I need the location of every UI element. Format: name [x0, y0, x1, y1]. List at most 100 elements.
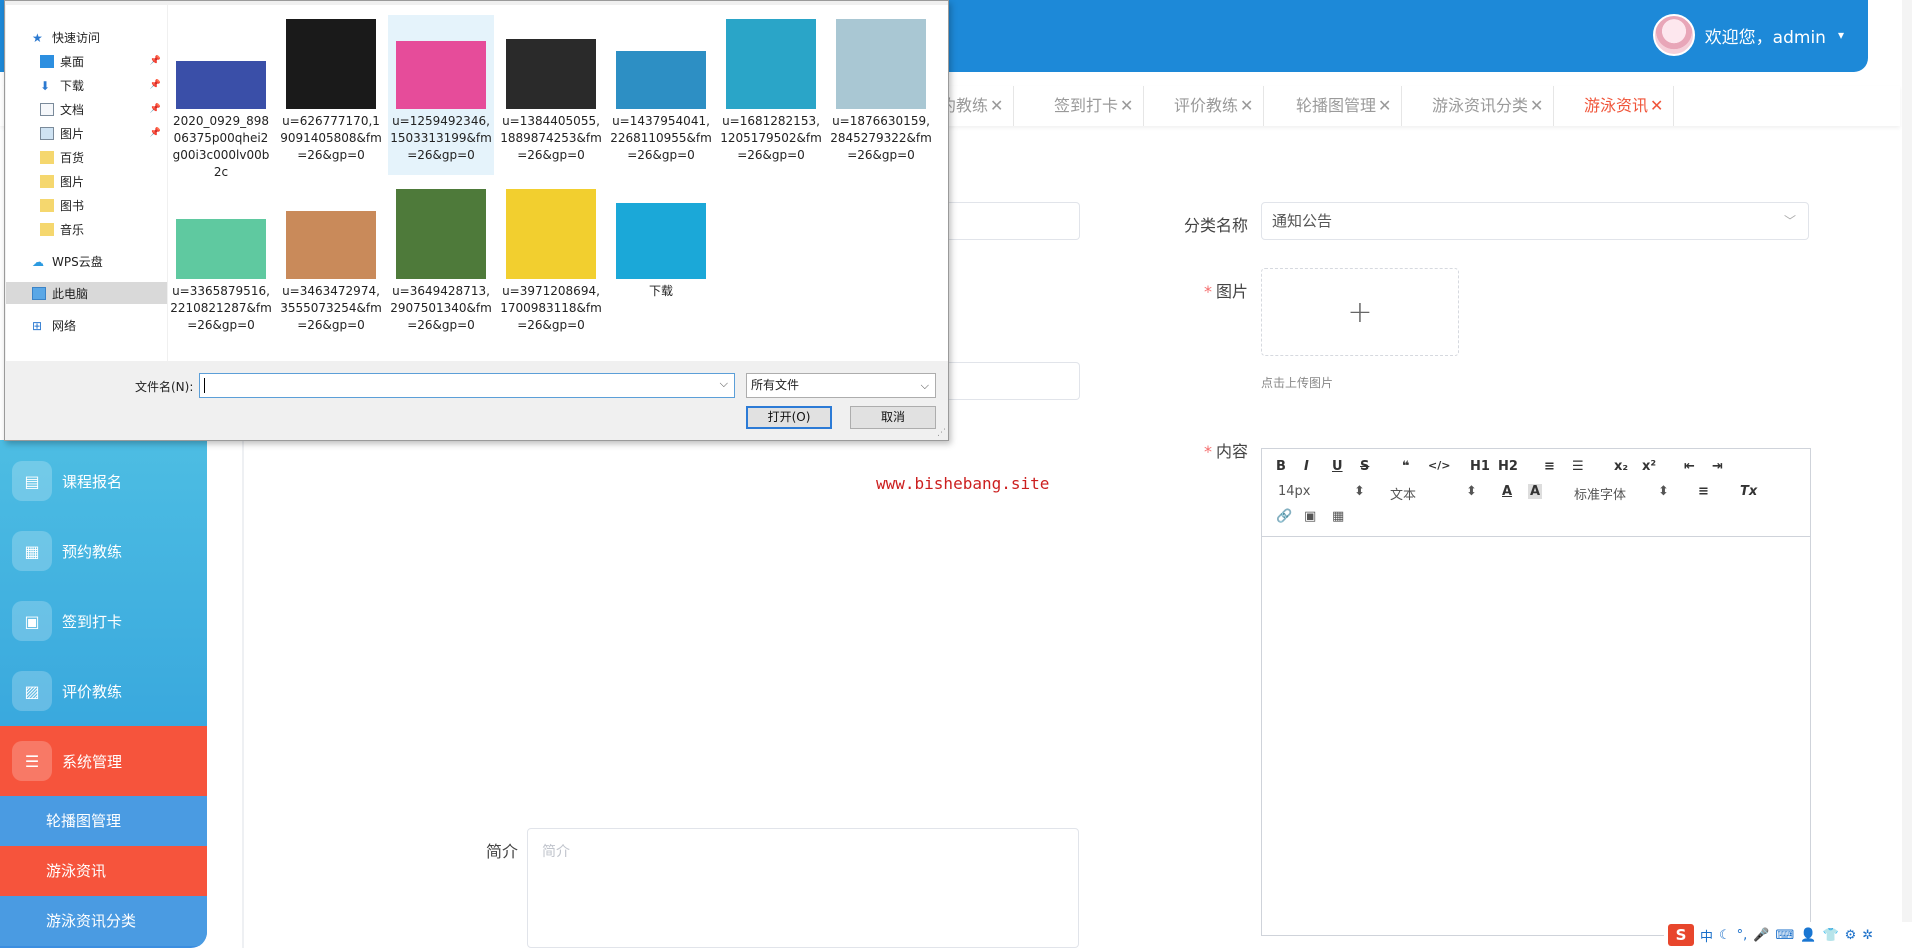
nav-network[interactable]: ⊞ 网络 — [6, 314, 167, 336]
nav-quick-access[interactable]: ★ 快速访问 — [6, 26, 167, 48]
subscript-button[interactable]: x₂ — [1614, 459, 1628, 474]
link-button[interactable]: 🔗 — [1276, 509, 1292, 524]
settings-icon[interactable]: ⚙ — [1845, 928, 1857, 943]
content-label: * 内容 — [1203, 442, 1248, 461]
video-button[interactable]: ▦ — [1332, 509, 1344, 524]
file-item[interactable]: u=1384405055,1889874253&fm=26&gp=0 — [498, 15, 604, 175]
file-item[interactable]: u=3971208694,1700983118&fm=26&gp=0 — [498, 185, 604, 345]
category-select[interactable]: 通知公告 ﹀ — [1261, 202, 1809, 240]
image-upload[interactable]: + — [1261, 268, 1459, 356]
nav-wps-cloud[interactable]: ☁ WPS云盘 — [6, 250, 167, 272]
cancel-button[interactable]: 取消 — [850, 406, 936, 429]
quote-button[interactable]: ❝ — [1402, 459, 1410, 474]
sidebar-item-label: 预约教练 — [62, 542, 123, 561]
close-icon[interactable]: ✕ — [1530, 96, 1543, 115]
file-item-hovered[interactable]: u=1259492346,1503313199&fm=26&gp=0 — [388, 15, 494, 175]
font-color-button[interactable]: A — [1502, 484, 1512, 499]
skin-icon[interactable]: 👕 — [1822, 928, 1838, 943]
code-button[interactable]: </> — [1428, 459, 1450, 472]
sidebar-subitem-news-category[interactable]: 游泳资讯分类 — [0, 896, 207, 946]
chevron-down-icon[interactable]: ⌵ — [720, 377, 728, 391]
font-family-select[interactable]: 标准字体 — [1574, 484, 1626, 503]
h1-button[interactable]: H1 — [1470, 459, 1490, 474]
nav-folder-music[interactable]: 音乐 — [6, 218, 167, 240]
moon-icon[interactable]: ☾ — [1719, 928, 1731, 943]
nav-documents[interactable]: 文档 📌 — [6, 98, 167, 120]
file-item[interactable]: u=3463472974,3555073254&fm=26&gp=0 — [278, 185, 384, 345]
user-menu[interactable]: 欢迎您，admin ▾ — [1652, 14, 1844, 56]
clear-format-button[interactable]: Tx — [1740, 484, 1757, 499]
strike-button[interactable]: S — [1360, 459, 1369, 474]
close-icon[interactable]: ✕ — [990, 96, 1003, 115]
indent-button[interactable]: ⇥ — [1712, 459, 1723, 474]
summary-textarea[interactable]: 简介 — [527, 828, 1079, 948]
sidebar-item-label: 评价教练 — [62, 682, 123, 701]
nav-folder-baihuo[interactable]: 百货 — [6, 146, 167, 168]
ime-language[interactable]: 中 — [1700, 926, 1713, 945]
avatar[interactable] — [1652, 14, 1695, 56]
file-item[interactable]: u=1681282153,1205179502&fm=26&gp=0 — [718, 15, 824, 175]
keyboard-icon[interactable]: ⌨ — [1776, 928, 1795, 943]
superscript-button[interactable]: x² — [1642, 459, 1656, 474]
file-name: u=3463472974,3555073254&fm=26&gp=0 — [280, 284, 382, 332]
tab-check-in[interactable]: 签到打卡 ✕ — [1044, 86, 1145, 126]
sidebar-item-system[interactable]: ☰ 系统管理 — [0, 726, 207, 796]
sidebar-item-check-in[interactable]: ▣ 签到打卡 — [0, 586, 207, 656]
rich-text-editor[interactable]: B I U S ❝ </> H1 H2 ≡ ☰ x₂ x² ⇤ ⇥ 14px ⬍… — [1261, 448, 1811, 936]
ordered-list-button[interactable]: ≡ — [1544, 459, 1555, 474]
sidebar-item-book-coach[interactable]: ▦ 预约教练 — [0, 516, 207, 586]
close-icon[interactable]: ✕ — [1378, 96, 1391, 115]
italic-button[interactable]: I — [1304, 459, 1309, 474]
sidebar-subitem-carousel[interactable]: 轮播图管理 — [0, 796, 207, 846]
nav-folder-tushu[interactable]: 图书 — [6, 194, 167, 216]
file-item[interactable]: u=626777170,19091405808&fm=26&gp=0 — [278, 15, 384, 175]
nav-this-pc[interactable]: 此电脑 — [6, 282, 167, 304]
bold-button[interactable]: B — [1276, 459, 1286, 474]
bullet-list-button[interactable]: ☰ — [1572, 459, 1584, 474]
h2-button[interactable]: H2 — [1498, 459, 1518, 474]
network-icon: ⊞ — [32, 318, 43, 333]
filename-input[interactable]: ⌵ — [199, 373, 735, 398]
filetype-select[interactable]: 所有文件 ⌵ — [746, 373, 936, 398]
microphone-icon[interactable]: 🎤 — [1753, 928, 1769, 943]
tab-swim-news[interactable]: 游泳资讯 ✕ — [1574, 86, 1675, 126]
file-item[interactable]: u=3365879516,2210821287&fm=26&gp=0 — [168, 185, 274, 345]
close-icon[interactable]: ✕ — [1650, 96, 1663, 115]
punctuation-icon[interactable]: °, — [1737, 928, 1748, 943]
tab-news-category[interactable]: 游泳资讯分类 ✕ — [1422, 86, 1555, 126]
image-button[interactable]: ▣ — [1304, 509, 1316, 524]
underline-button[interactable]: U — [1332, 459, 1343, 474]
close-icon[interactable]: ✕ — [1240, 96, 1253, 115]
resize-grip-icon[interactable]: ⋰ — [937, 428, 946, 438]
sidebar-subitem-swim-news[interactable]: 游泳资讯 — [0, 846, 207, 896]
file-item[interactable]: u=1437954041,2268110955&fm=26&gp=0 — [608, 15, 714, 175]
nav-pictures[interactable]: 图片 📌 — [6, 122, 167, 144]
updown-icon: ⬍ — [1466, 484, 1477, 499]
file-item[interactable]: u=1876630159,2845279322&fm=26&gp=0 — [828, 15, 934, 175]
file-item[interactable]: 下载 — [608, 185, 714, 345]
file-item[interactable]: 2020_0929_89806375p00qhei2g00i3c000lv00b… — [168, 15, 274, 179]
user-greeting[interactable]: 欢迎您，admin — [1705, 23, 1826, 48]
text-type-select[interactable]: 文本 — [1390, 484, 1416, 503]
file-open-dialog: ★ 快速访问 桌面 📌 ⬇ 下载 📌 文档 📌 图片 📌 百货 图片 图书 音乐 ☁ WPS云… — [4, 0, 949, 441]
bg-color-button[interactable]: A — [1528, 484, 1543, 499]
sogou-ime-icon[interactable]: S — [1668, 924, 1694, 946]
file-item[interactable]: u=3649428713,2907501340&fm=26&gp=0 — [388, 185, 494, 345]
tab-carousel[interactable]: 轮播图管理 ✕ — [1286, 86, 1403, 126]
nav-label: 桌面 — [60, 54, 85, 69]
open-button[interactable]: 打开(O) — [746, 406, 832, 429]
caret-down-icon[interactable]: ▾ — [1838, 28, 1844, 42]
nav-downloads[interactable]: ⬇ 下载 📌 — [6, 74, 167, 96]
tools-icon[interactable]: ✲ — [1862, 928, 1873, 943]
sidebar-item-course-signup[interactable]: ▤ 课程报名 — [0, 446, 207, 516]
nav-folder-tupian[interactable]: 图片 — [6, 170, 167, 192]
nav-desktop[interactable]: 桌面 📌 — [6, 50, 167, 72]
sidebar-item-review-coach[interactable]: ▨ 评价教练 — [0, 656, 207, 726]
close-icon[interactable]: ✕ — [1120, 96, 1133, 115]
outdent-button[interactable]: ⇤ — [1684, 459, 1695, 474]
user-icon[interactable]: 👤 — [1800, 928, 1816, 943]
font-size-select[interactable]: 14px — [1278, 484, 1311, 499]
tab-coach-review[interactable]: 评价教练 ✕ — [1164, 86, 1265, 126]
align-button[interactable]: ≡ — [1698, 484, 1709, 499]
file-name: u=3365879516,2210821287&fm=26&gp=0 — [170, 284, 272, 332]
